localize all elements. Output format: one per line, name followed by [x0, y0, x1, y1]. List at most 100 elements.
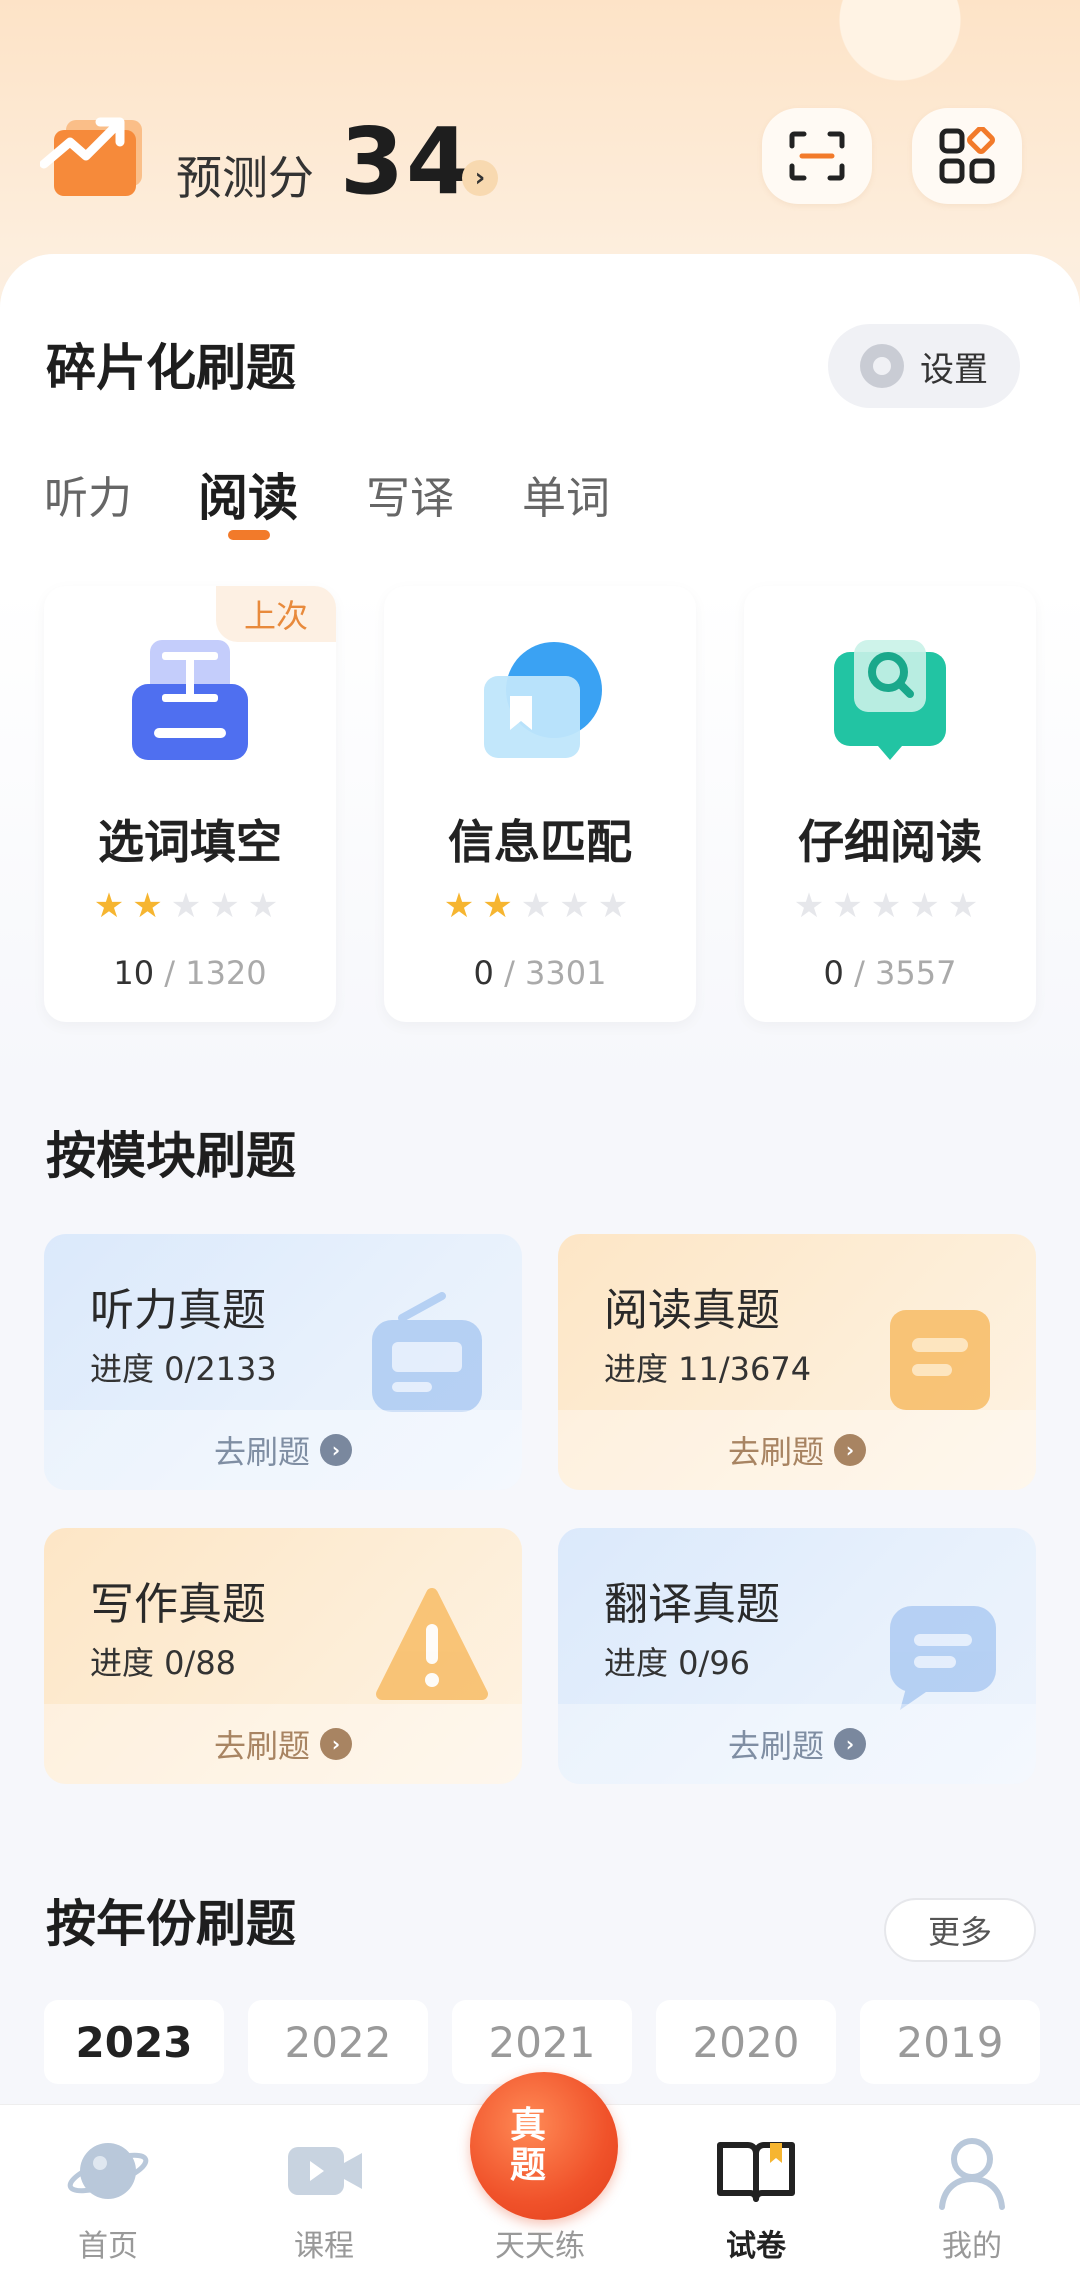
total-count: 3557 — [875, 954, 957, 992]
nav-profile[interactable]: 我的 — [864, 2105, 1080, 2270]
star-icon: ★ — [132, 886, 171, 926]
book-icon — [890, 1310, 990, 1410]
year-pill-2020[interactable]: 2020 — [656, 2000, 836, 2084]
go-practice-button[interactable]: 去刷题 › — [558, 1410, 1036, 1490]
tab-active-indicator — [228, 530, 270, 540]
chevron-right-icon: › — [834, 1728, 866, 1760]
open-book-icon — [717, 2142, 795, 2202]
modules-title: 按模块刷题 — [46, 1127, 296, 1185]
tab-listening[interactable]: 听力 — [44, 462, 132, 526]
fragment-title: 碎片化刷题 — [46, 339, 296, 397]
card-count: 10 / 1320 — [113, 954, 267, 992]
profile-icon — [939, 2138, 1005, 2210]
star-icon: ★ — [443, 886, 483, 926]
go-practice-button[interactable]: 去刷题 › — [44, 1410, 522, 1490]
nav-label: 试卷 — [726, 2229, 786, 2264]
year-pill-2019[interactable]: 2019 — [860, 2000, 1040, 2084]
gear-icon — [860, 344, 904, 388]
years-title: 按年份刷题 — [46, 1895, 296, 1953]
star-rating: ★★★★★ — [744, 886, 1036, 926]
settings-button[interactable]: 设置 — [828, 324, 1020, 408]
video-icon — [288, 2147, 362, 2195]
go-practice-button[interactable]: 去刷题 › — [44, 1704, 522, 1784]
star-icon: ★ — [597, 886, 637, 926]
practice-card-fill-blank[interactable]: 上次 选词填空 ★★★★★ 10 / 1320 — [44, 586, 336, 1022]
match-icon — [484, 642, 602, 758]
star-rating: ★★★★★ — [44, 886, 336, 926]
chevron-right-icon: › — [834, 1434, 866, 1466]
star-icon: ★ — [482, 886, 521, 926]
nav-courses[interactable]: 课程 — [216, 2105, 432, 2270]
module-title: 听力真题 — [90, 1285, 266, 1336]
planet-icon — [67, 2143, 149, 2199]
score-value[interactable]: 34 — [340, 108, 472, 215]
trend-icon — [39, 110, 152, 200]
apps-button[interactable] — [912, 108, 1022, 204]
go-practice-label: 去刷题 — [727, 1433, 824, 1471]
nav-label: 我的 — [942, 2229, 1002, 2264]
year-pill-2022[interactable]: 2022 — [248, 2000, 428, 2084]
total-count: 1320 — [185, 954, 267, 992]
chevron-right-icon: › — [320, 1728, 352, 1760]
star-icon: ★ — [870, 886, 910, 926]
star-icon: ★ — [947, 886, 987, 926]
star-icon: ★ — [559, 886, 598, 926]
last-badge: 上次 — [216, 586, 336, 642]
chevron-right-icon[interactable]: › — [462, 160, 498, 196]
tab-reading[interactable]: 阅读 — [198, 458, 298, 530]
score-label[interactable]: 预测分 — [176, 142, 314, 208]
module-card-listening[interactable]: 听力真题 进度 0/2133 去刷题 › — [44, 1234, 522, 1490]
card-title: 信息匹配 — [448, 815, 632, 869]
star-icon: ★ — [170, 886, 210, 926]
go-practice-label: 去刷题 — [727, 1727, 824, 1765]
module-progress: 进度 0/96 — [604, 1644, 751, 1682]
module-progress: 进度 0/2133 — [90, 1350, 277, 1388]
go-practice-label: 去刷题 — [213, 1433, 310, 1471]
radio-icon — [372, 1292, 482, 1412]
module-title: 翻译真题 — [604, 1579, 780, 1630]
daily-practice-fab[interactable]: 真题 — [470, 2072, 618, 2220]
tab-writing-translation[interactable]: 写译 — [366, 462, 454, 526]
chevron-right-icon: › — [320, 1434, 352, 1466]
scan-button[interactable] — [762, 108, 872, 204]
module-progress: 进度 0/88 — [90, 1644, 237, 1682]
star-icon: ★ — [909, 886, 948, 926]
fill-blank-icon — [132, 640, 248, 760]
card-title: 选词填空 — [98, 815, 282, 869]
nav-label: 天天练 — [495, 2229, 585, 2264]
go-practice-button[interactable]: 去刷题 › — [558, 1704, 1036, 1784]
done-count: 0 — [473, 954, 494, 992]
nav-label: 首页 — [78, 2229, 138, 2264]
careful-read-icon — [834, 640, 946, 760]
done-count: 10 — [113, 954, 155, 992]
alert-icon — [376, 1588, 488, 1700]
module-card-writing[interactable]: 写作真题 进度 0/88 去刷题 › — [44, 1528, 522, 1784]
more-button[interactable]: 更多 — [884, 1898, 1036, 1962]
apps-grid-icon — [939, 127, 995, 184]
module-card-translation[interactable]: 翻译真题 进度 0/96 去刷题 › — [558, 1528, 1036, 1784]
nav-papers[interactable]: 试卷 — [648, 2105, 864, 2270]
module-title: 写作真题 — [90, 1579, 266, 1630]
star-icon: ★ — [793, 886, 833, 926]
header: 预测分 34 › — [0, 100, 1080, 220]
card-title: 仔细阅读 — [798, 815, 982, 869]
star-icon: ★ — [247, 886, 287, 926]
nav-home[interactable]: 首页 — [0, 2105, 216, 2270]
card-count: 0 / 3301 — [473, 954, 607, 992]
chat-icon — [890, 1606, 996, 1710]
star-icon: ★ — [93, 886, 133, 926]
module-progress: 进度 11/3674 — [604, 1350, 812, 1388]
practice-card-info-match[interactable]: 信息匹配 ★★★★★ 0 / 3301 — [384, 586, 696, 1022]
main-content: 碎片化刷题 设置 听力 阅读 写译 单词 上次 选词填空 ★★★★★ 10 / … — [0, 254, 1080, 2270]
card-count: 0 / 3557 — [823, 954, 957, 992]
total-count: 3301 — [525, 954, 607, 992]
star-icon: ★ — [832, 886, 871, 926]
scan-icon — [789, 131, 845, 181]
year-pill-2023[interactable]: 2023 — [44, 2000, 224, 2084]
nav-label: 课程 — [294, 2229, 354, 2264]
practice-card-careful-read[interactable]: 仔细阅读 ★★★★★ 0 / 3557 — [744, 586, 1036, 1022]
tab-vocabulary[interactable]: 单词 — [522, 462, 610, 526]
module-title: 阅读真题 — [604, 1285, 780, 1336]
star-rating: ★★★★★ — [384, 886, 696, 926]
module-card-reading[interactable]: 阅读真题 进度 11/3674 去刷题 › — [558, 1234, 1036, 1490]
